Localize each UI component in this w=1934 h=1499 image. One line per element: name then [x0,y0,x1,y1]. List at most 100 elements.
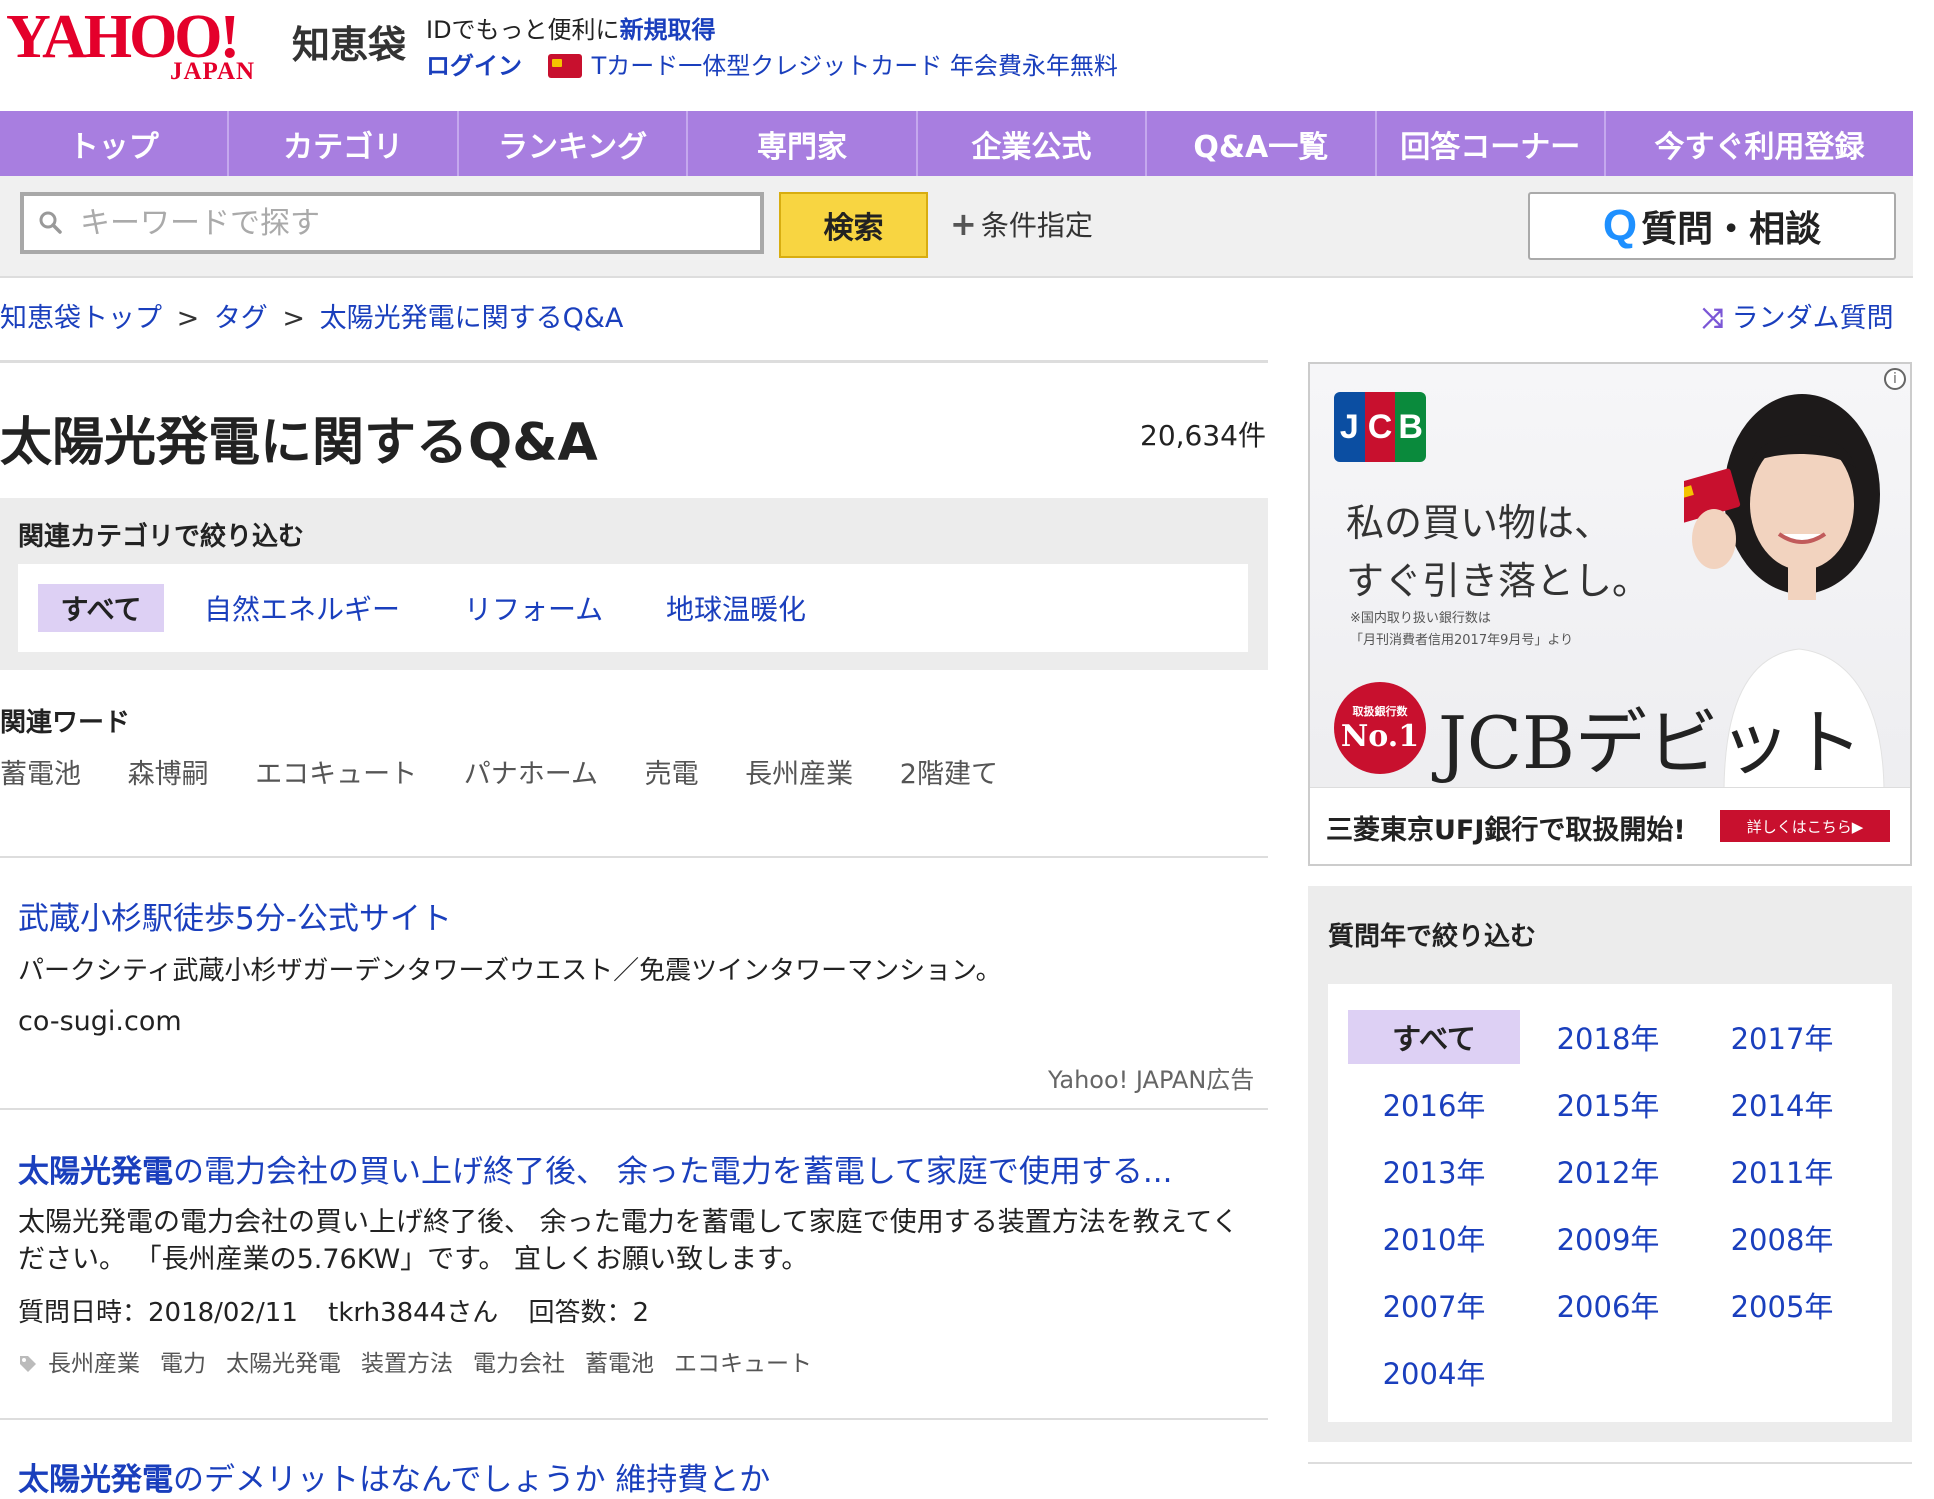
year-chip[interactable]: 2011年 [1696,1144,1868,1198]
question-tag[interactable]: 太陽光発電 [226,1351,341,1377]
ad-note-line2: 「月刊消費者信用2017年9月号」より [1350,633,1574,648]
breadcrumb: 知恵袋トップ > タグ > 太陽光発電に関するQ&A [0,296,623,335]
related-word[interactable]: 長州産業 [745,759,853,790]
jcb-logo-j: J [1334,392,1365,462]
question-tag[interactable]: 電力会社 [473,1351,565,1377]
question-tag[interactable]: 長州産業 [48,1351,140,1377]
no1-badge: 取扱銀行数 No.1 [1334,682,1426,774]
ad-copy: 私の買い物は、 すぐ引き落とし。 [1346,494,1650,610]
ad-footer: 三菱東京UFJ銀行で取扱開始! 詳しくはこちら▶ [1310,787,1910,864]
sponsored-title-link[interactable]: 武蔵小杉駅徒歩5分-公式サイト [18,893,452,938]
nav-ranking[interactable]: ランキング [459,111,689,176]
nav-qa-list[interactable]: Q&A一覧 [1147,111,1377,176]
jcb-ad-banner[interactable]: i J C B 私の買い物は、 すぐ引き落とし。 ※国内取り扱い銀行数は 「月刊… [1308,362,1912,866]
question-user[interactable]: tkrh3844さん [328,1298,498,1328]
breadcrumb-current[interactable]: 太陽光発電に関するQ&A [320,303,624,334]
search-conditions-link[interactable]: + 条件指定 [950,204,1093,244]
search-bar: 検索 +条件指定 Q質問・相談 [0,176,1913,278]
ad-copy-line2: すぐ引き落とし。 [1346,559,1651,603]
year-chip[interactable]: 2012年 [1522,1144,1694,1198]
signup-link[interactable]: 新規取得 [620,16,716,44]
year-filter-options: すべて 2018年 2017年 2016年 2015年 2014年 2013年 … [1328,984,1892,1422]
logo-japan-text: JAPAN [170,58,256,85]
sponsored-domain[interactable]: co-sugi.com [18,1006,182,1037]
q-icon: Q [1602,201,1638,250]
nav-top[interactable]: トップ [0,111,230,176]
page-title: 太陽光発電に関するQ&A [0,413,598,473]
sidebar-divider [1308,1462,1912,1464]
ask-question-button[interactable]: Q 質問・相談 [1528,192,1896,260]
breadcrumb-top[interactable]: 知恵袋トップ [0,303,162,334]
nav-answer-corner[interactable]: 回答コーナー [1377,111,1606,176]
year-filter-title: 質問年で絞り込む [1328,922,1537,952]
year-chip[interactable]: 2004年 [1348,1345,1520,1399]
year-chip[interactable]: 2005年 [1696,1278,1868,1332]
login-link[interactable]: ログイン [426,52,522,80]
category-chip-global-warming[interactable]: 地球温暖化 [666,584,806,632]
jcb-logo-c: C [1364,392,1396,462]
sponsored-description: パークシティ武蔵小杉ザガーデンタワーズウエスト／免震ツインタワーマンション。 [18,956,1002,986]
question-tag[interactable]: 装置方法 [361,1351,453,1377]
related-word[interactable]: 蓄電池 [0,759,81,790]
search-conditions-label: 条件指定 [980,209,1093,242]
year-chip[interactable]: 2016年 [1348,1077,1520,1131]
related-word[interactable]: 売電 [645,759,699,790]
id-promo-text: IDでもっと便利に [426,16,620,44]
year-chip[interactable]: 2010年 [1348,1211,1520,1265]
year-chip[interactable]: 2006年 [1522,1278,1694,1332]
ad-note: ※国内取り扱い銀行数は 「月刊消費者信用2017年9月号」より [1350,608,1573,652]
year-chip[interactable]: 2009年 [1522,1211,1694,1265]
year-chip[interactable]: 2014年 [1696,1077,1868,1131]
search-button[interactable]: 検索 [779,192,928,258]
year-chip[interactable]: 2008年 [1696,1211,1868,1265]
question-body: 太陽光発電の電力会社の買い上げ終了後、 余った電力を蓄電して家庭で使用する装置方… [18,1207,1239,1275]
nav-experts[interactable]: 専門家 [688,111,918,176]
ad-product-name: JCBデビット [1438,701,1863,785]
category-filter-title: 関連カテゴリで絞り込む [18,522,305,552]
nav-register[interactable]: 今すぐ利用登録 [1606,111,1913,176]
question-tag[interactable]: 電力 [160,1351,206,1377]
related-word[interactable]: パナホーム [464,759,598,790]
year-chip[interactable]: 2013年 [1348,1144,1520,1198]
category-chip-all[interactable]: すべて [38,584,164,632]
year-chip-all[interactable]: すべて [1348,1010,1520,1064]
year-chip[interactable]: 2017年 [1696,1010,1868,1064]
jcb-logo-b: B [1395,392,1426,462]
breadcrumb-tag[interactable]: タグ [214,303,268,334]
nav-official[interactable]: 企業公式 [918,111,1148,176]
service-name[interactable]: 知恵袋 [292,14,406,69]
category-chip-reform[interactable]: リフォーム [464,584,603,632]
yahoo-logo[interactable]: YAHOO! JAPAN [6,6,286,86]
ad-details-button[interactable]: 詳しくはこちら▶ [1720,810,1890,842]
search-input[interactable] [20,192,764,254]
question-tag[interactable]: 蓄電池 [585,1351,654,1377]
year-chip[interactable]: 2015年 [1522,1077,1694,1131]
question-tag[interactable]: エコキュート [674,1351,812,1377]
question-title-highlight: 太陽光発電 [18,1462,173,1498]
year-filter: 質問年で絞り込む すべて 2018年 2017年 2016年 2015年 201… [1308,886,1912,1442]
tcard-icon [547,54,582,78]
year-chip[interactable]: 2007年 [1348,1278,1520,1332]
category-filter-options: すべて 自然エネルギー リフォーム 地球温暖化 [18,564,1248,652]
random-question-link[interactable]: ⤨ ランダム質問 [1702,296,1894,335]
search-icon [39,211,62,234]
ad-footer-text: 三菱東京UFJ銀行で取扱開始! [1326,815,1686,846]
tcard-promo-link[interactable]: Tカード一体型クレジットカード 年会費永年無料 [592,52,1118,80]
question-answer-count: 回答数：2 [528,1298,650,1328]
divider [0,360,1268,363]
question-tags: 長州産業 電力 太陽光発電 装置方法 電力会社 蓄電池 エコキュート [18,1344,832,1378]
nav-category[interactable]: カテゴリ [229,111,459,176]
tag-icon [20,1356,36,1372]
id-promo: IDでもっと便利に新規取得 [426,10,716,45]
login-row: ログイン Tカード一体型クレジットカード 年会費永年無料 [426,46,1118,81]
related-word[interactable]: 森博嗣 [128,759,209,790]
category-chip-natural-energy[interactable]: 自然エネルギー [204,584,400,632]
related-word[interactable]: エコキュート [255,759,417,790]
related-word[interactable]: 2階建て [900,759,998,790]
question-title-link[interactable]: 太陽光発電の電力会社の買い上げ終了後、 余った電力を蓄電して家庭で使用する... [18,1146,1172,1191]
question-title-text: のデメリットはなんでしょうか 維持費とか [173,1462,771,1498]
jcb-logo: J C B [1334,392,1426,462]
question-title-link[interactable]: 太陽光発電のデメリットはなんでしょうか 維持費とか [18,1454,770,1499]
year-chip[interactable]: 2018年 [1522,1010,1694,1064]
question-title-text: の電力会社の買い上げ終了後、 余った電力を蓄電して家庭で使用する... [173,1154,1173,1190]
